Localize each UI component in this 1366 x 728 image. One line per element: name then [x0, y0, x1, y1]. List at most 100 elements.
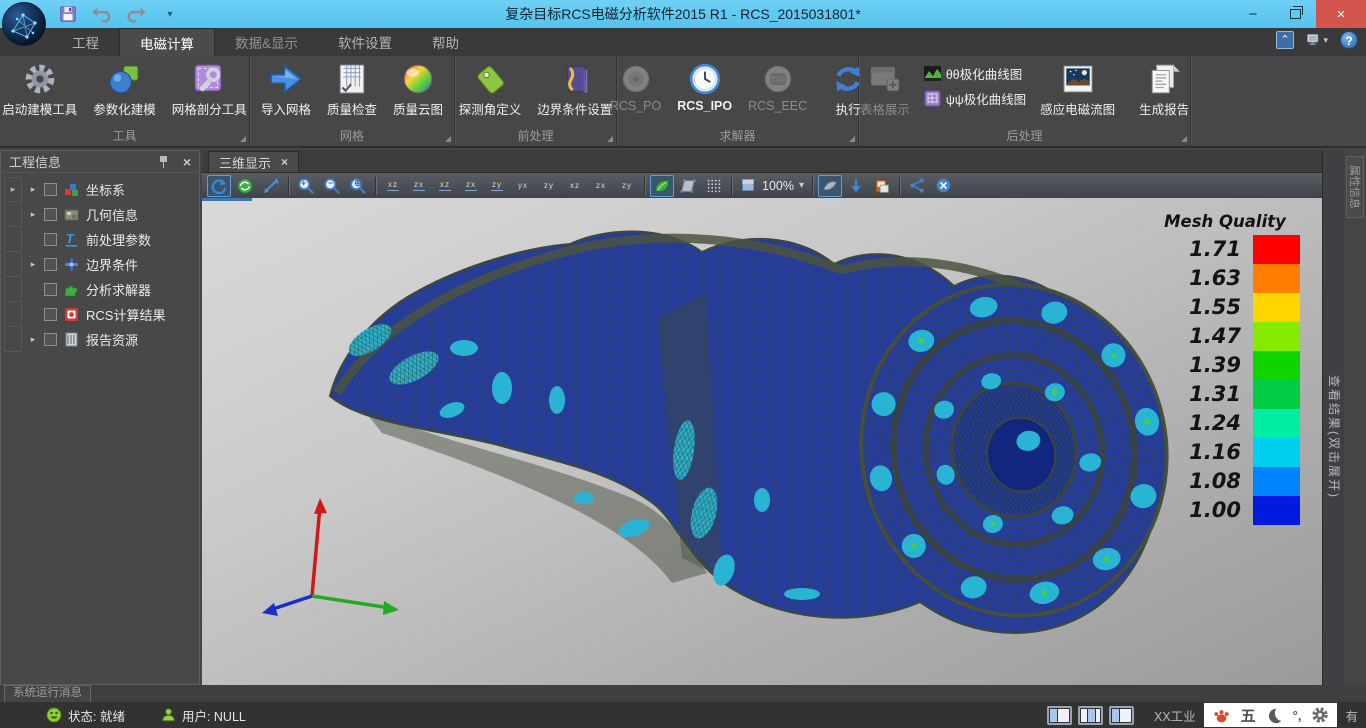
pin-icon[interactable] [157, 155, 171, 169]
close-button[interactable]: × [1316, 0, 1366, 28]
document-area: 三维显示 × + − ⊕ xz zx xz zx zy yx zy xz zx … [202, 150, 1322, 685]
group-expand-icon[interactable] [445, 136, 451, 142]
parametric-modeling-button[interactable]: 参数化建模 [86, 60, 163, 120]
mesh-quality-legend: Mesh Quality 1.71 1.63 1.55 1.47 1.39 1.… [1150, 212, 1300, 525]
tree-item-analysis-solver[interactable]: 分析求解器 [22, 277, 197, 302]
induced-em-current-map-button[interactable]: 感应电磁流图 [1033, 60, 1122, 120]
expand-icon[interactable]: ▸ [28, 259, 38, 270]
zoom-out-button[interactable]: − [320, 175, 344, 197]
layout-bottom-pane-button[interactable] [1109, 706, 1134, 725]
layout-left-pane-button[interactable] [1047, 706, 1072, 725]
pan-view-button[interactable] [259, 175, 283, 197]
checkbox[interactable] [44, 283, 57, 296]
expand-icon[interactable]: ▸ [28, 184, 38, 195]
group-expand-icon[interactable] [240, 136, 246, 142]
application-window: ▾ 复杂目标RCS电磁分析软件2015 R1 - RCS_2015031801*… [0, 0, 1366, 728]
tree-item-report-resources[interactable]: ▸ 报告资源 [22, 327, 197, 352]
import-mesh-button[interactable]: 导入网格 [254, 60, 318, 120]
shade-flat-button[interactable] [676, 175, 700, 197]
minimize-button[interactable]: − [1232, 0, 1274, 28]
rcs-ipo-button[interactable]: RCS_IPO [670, 60, 739, 115]
view-preset-6-button[interactable]: yx [511, 175, 535, 197]
help-icon[interactable]: ? [1338, 30, 1360, 50]
ime-punctuation-toggle[interactable]: °, [1293, 708, 1302, 723]
mesh-partition-tool-button[interactable]: 网格剖分工具 [165, 60, 254, 120]
view-preset-1-button[interactable]: xz [381, 175, 405, 197]
view-preset-10-button[interactable]: zy [615, 175, 639, 197]
results-dock-strip[interactable]: 查看结果(双击展开) [1322, 150, 1344, 685]
legend-row: 1.08 [1150, 467, 1300, 496]
zoom-in-button[interactable]: + [294, 175, 318, 197]
checkbox[interactable] [44, 308, 57, 321]
ime-night-mode-icon[interactable] [1266, 707, 1283, 724]
tree-margin-column: ▸ [4, 177, 22, 353]
wireframe-button[interactable] [702, 175, 726, 197]
checkbox[interactable] [44, 258, 57, 271]
expand-icon[interactable]: ▸ [28, 209, 38, 220]
viewport-3d[interactable]: Mesh Quality 1.71 1.63 1.55 1.47 1.39 1.… [202, 198, 1322, 685]
menu-tab-settings[interactable]: 软件设置 [318, 28, 412, 56]
tree-item-preprocess-params[interactable]: T 前处理参数 [22, 227, 197, 252]
rotate-view-button[interactable] [207, 175, 231, 197]
psi-polar-curve-button[interactable]: ψψ极化曲线图 [924, 89, 1026, 108]
shade-smooth-button[interactable] [650, 175, 674, 197]
collapse-ribbon-icon[interactable]: ⌃ [1274, 30, 1296, 50]
tab-3d-display[interactable]: 三维显示 × [208, 151, 299, 172]
group-expand-icon[interactable] [1181, 136, 1187, 142]
generate-report-button[interactable]: 生成报告 [1132, 60, 1196, 120]
share-export-button[interactable] [905, 175, 929, 197]
panel-close-icon[interactable]: × [183, 154, 191, 170]
ime-logo-paw-icon[interactable] [1212, 706, 1231, 725]
table-display-button[interactable]: 表格展示 [853, 60, 917, 120]
zoom-fit-button[interactable]: ⊕ [346, 175, 370, 197]
refresh-view-button[interactable] [233, 175, 257, 197]
rcs-eec-button[interactable]: RCS_EEC [741, 60, 814, 115]
view-preset-9-button[interactable]: zx [589, 175, 613, 197]
quality-check-button[interactable]: 质量检查 [320, 60, 384, 120]
menu-tab-data-display[interactable]: 数据&显示 [215, 28, 318, 56]
menu-tab-em-compute[interactable]: 电磁计算 [119, 28, 215, 56]
ime-wubi-mode[interactable]: 五 [1241, 705, 1256, 726]
legend-swatch [1253, 438, 1300, 467]
tab-close-icon[interactable]: × [281, 155, 288, 169]
coordinate-system-icon [63, 181, 80, 198]
launch-modeling-tool-button[interactable]: 启动建模工具 [0, 60, 84, 120]
expand-icon[interactable]: ▸ [28, 334, 38, 345]
rcs-po-button[interactable]: RCS_PO [603, 60, 668, 115]
view-preset-2-button[interactable]: zx [407, 175, 431, 197]
checkbox[interactable] [44, 333, 57, 346]
view-preset-3-button[interactable]: xz [433, 175, 457, 197]
drop-view-button[interactable] [844, 175, 868, 197]
system-messages-tab[interactable]: 系统运行消息 [4, 685, 91, 702]
probe-angle-button[interactable]: 探测角定义 [452, 60, 529, 120]
smiley-status-icon [46, 707, 62, 723]
close-section-button[interactable] [931, 175, 955, 197]
layout-center-pane-button[interactable] [1078, 706, 1103, 725]
quality-cloud-button[interactable]: 质量云图 [386, 60, 450, 120]
view-preset-7-button[interactable]: zy [537, 175, 561, 197]
checkbox[interactable] [44, 183, 57, 196]
snapshot-button[interactable] [870, 175, 894, 197]
restore-button[interactable] [1274, 0, 1316, 28]
theta-polar-curve-button[interactable]: θθ极化曲线图 [924, 64, 1026, 83]
section-tool-button[interactable] [818, 175, 842, 197]
menu-tab-help[interactable]: 帮助 [412, 28, 479, 56]
checkbox[interactable] [44, 233, 57, 246]
view-results-vertical-tab[interactable]: 查看结果(双击展开) [1326, 375, 1343, 499]
tree-item-coordinate-system[interactable]: ▸ 坐标系 [22, 177, 197, 202]
view-preset-8-button[interactable]: xz [563, 175, 587, 197]
menu-tab-project[interactable]: 工程 [52, 28, 119, 56]
svg-text:T: T [66, 231, 75, 246]
checkbox[interactable] [44, 208, 57, 221]
view-preset-4-button[interactable]: zx [459, 175, 483, 197]
group-expand-icon[interactable] [849, 136, 855, 142]
tree-item-boundary-conditions[interactable]: ▸ 边界条件 [22, 252, 197, 277]
view-preset-5-button[interactable]: zy [485, 175, 509, 197]
display-style-icon[interactable]: ▾ [1306, 30, 1328, 50]
ime-settings-gear-icon[interactable] [1311, 706, 1329, 724]
tree-item-rcs-results[interactable]: RCS计算结果 [22, 302, 197, 327]
tree-item-geometry-info[interactable]: ▸ 几何信息 [22, 202, 197, 227]
group-expand-icon[interactable] [607, 136, 613, 142]
zoom-percent-select[interactable]: 100% ▾ [736, 177, 808, 194]
properties-vertical-tab[interactable]: 属性信息 [1346, 156, 1364, 218]
